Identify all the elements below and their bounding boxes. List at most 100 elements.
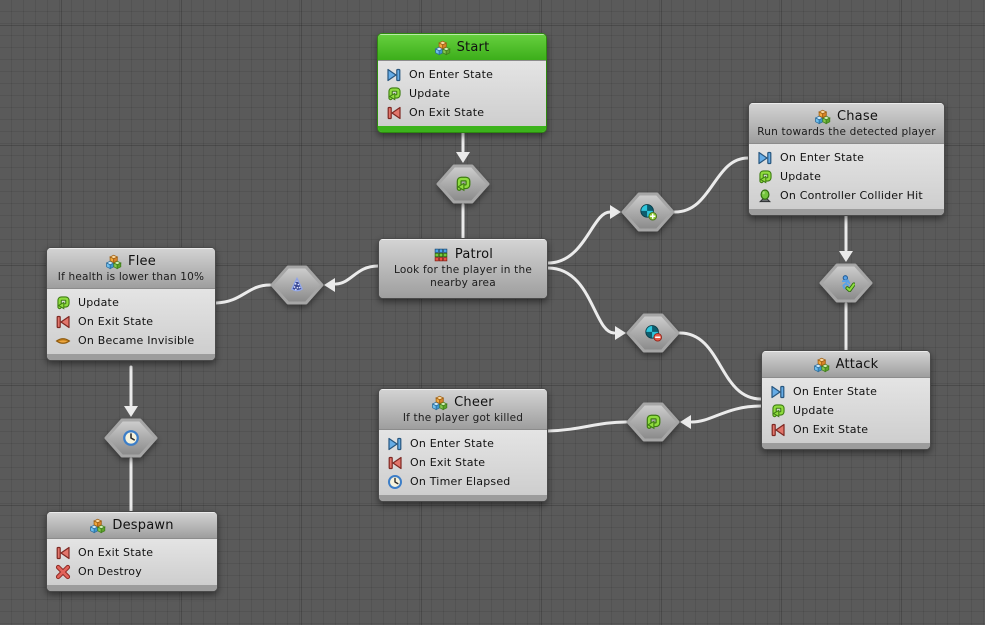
- event-label: On Became Invisible: [78, 334, 194, 347]
- event-row: On Exit State: [387, 453, 539, 472]
- state-icon: [815, 109, 831, 125]
- exit-state-icon: [55, 314, 71, 330]
- event-row: On Exit State: [55, 543, 209, 562]
- edge-patrol-t2: [548, 205, 621, 263]
- exit-state-icon: [770, 422, 786, 438]
- transition-t6-update[interactable]: [625, 400, 681, 444]
- state-icon: [106, 254, 122, 270]
- node-title-row: Despawn: [53, 517, 211, 534]
- enter-state-icon: [386, 67, 402, 83]
- transition-icon-wrap: [625, 400, 681, 444]
- node-body: On Enter State Update On Exit State: [378, 60, 546, 126]
- event-row: Update: [386, 84, 538, 103]
- update-icon: [454, 175, 472, 193]
- state-icon: [90, 518, 106, 534]
- state-graph-canvas[interactable]: StartOn Enter StateUpdateOn Exit StateCh…: [0, 0, 985, 625]
- node-subtitle: If the player got killed: [385, 412, 541, 425]
- node-subtitle: Run towards the detected player: [755, 126, 938, 139]
- state-node-start[interactable]: Start On Enter State Update On Exit State: [377, 33, 547, 133]
- event-row: On Exit State: [55, 312, 207, 331]
- node-body: On Enter State Update On Exit State: [762, 377, 930, 443]
- state-node-attack[interactable]: Attack On Enter State Update On Exit State: [761, 350, 931, 450]
- event-row: On Enter State: [757, 148, 936, 167]
- node-title-row: Flee: [53, 253, 209, 270]
- event-label: On Destroy: [78, 565, 142, 578]
- transition-t1-update[interactable]: [435, 162, 491, 206]
- node-footer: [379, 495, 547, 501]
- state-node-despawn[interactable]: Despawn On Exit State On Destroy: [46, 511, 218, 592]
- node-header: CheerIf the player got killed: [379, 389, 547, 429]
- timer-icon: [387, 474, 403, 490]
- edge-patrol-t4: [548, 268, 626, 340]
- event-label: On Exit State: [78, 546, 153, 559]
- enter-state-icon: [757, 150, 773, 166]
- node-title-row: Chase: [755, 108, 938, 125]
- event-row: On Exit State: [386, 103, 538, 122]
- exit-state-icon: [55, 545, 71, 561]
- became-invisible-icon: [55, 333, 71, 349]
- transition-icon-wrap: [620, 190, 676, 234]
- node-header: PatrolLook for the player in the nearby …: [379, 239, 547, 298]
- node-subtitle: Look for the player in the nearby area: [385, 264, 541, 290]
- edge-t6-cheer: [548, 422, 626, 431]
- edge-t4-attack: [680, 333, 761, 399]
- node-title: Start: [457, 39, 490, 56]
- state-node-patrol[interactable]: PatrolLook for the player in the nearby …: [378, 238, 548, 299]
- transition-icon-wrap: [269, 263, 325, 307]
- particle-icon: [288, 276, 306, 294]
- event-label: On Enter State: [793, 385, 877, 398]
- node-title: Cheer: [454, 394, 494, 411]
- event-row: On Destroy: [55, 562, 209, 581]
- state-icon: [432, 395, 448, 411]
- event-row: Update: [757, 167, 936, 186]
- controller-collider-hit-icon: [757, 188, 773, 204]
- transition-t5-character-check[interactable]: [818, 261, 874, 305]
- edge-chase-t5: [839, 214, 853, 262]
- node-title: Flee: [128, 253, 156, 270]
- node-footer: [762, 443, 930, 449]
- event-label: On Exit State: [793, 423, 868, 436]
- trigger-exit-icon: [644, 324, 662, 342]
- transition-icon-wrap: [625, 311, 681, 355]
- node-title-row: Start: [384, 39, 540, 56]
- edge-flee-t7: [124, 367, 138, 417]
- transition-t2-trigger-enter[interactable]: [620, 190, 676, 234]
- state-machine-icon: [433, 247, 449, 263]
- event-label: Update: [78, 296, 119, 309]
- event-label: On Exit State: [409, 106, 484, 119]
- state-node-chase[interactable]: ChaseRun towards the detected player On E…: [748, 102, 945, 216]
- node-body: On Enter State Update On Controller Collid…: [749, 143, 944, 209]
- node-header: Attack: [762, 351, 930, 377]
- state-node-flee[interactable]: FleeIf health is lower than 10% Update On …: [46, 247, 216, 361]
- edge-t2-chase: [675, 158, 748, 212]
- event-row: On Enter State: [386, 65, 538, 84]
- event-row: On Became Invisible: [55, 331, 207, 350]
- update-icon: [770, 403, 786, 419]
- trigger-enter-icon: [639, 203, 657, 221]
- event-row: On Enter State: [770, 382, 922, 401]
- transition-t7-timer[interactable]: [103, 416, 159, 460]
- transition-t4-trigger-exit[interactable]: [625, 311, 681, 355]
- transition-icon-wrap: [103, 416, 159, 460]
- state-node-cheer[interactable]: CheerIf the player got killedOn Enter St…: [378, 388, 548, 502]
- transition-t3-particle[interactable]: [269, 263, 325, 307]
- node-footer: [378, 126, 546, 132]
- node-title: Attack: [836, 356, 879, 373]
- event-row: Update: [55, 293, 207, 312]
- transition-icon-wrap: [818, 261, 874, 305]
- update-icon: [644, 413, 662, 431]
- event-label: Update: [409, 87, 450, 100]
- node-body: Update On Exit State On Became Invisible: [47, 288, 215, 354]
- node-title: Patrol: [455, 246, 493, 263]
- event-label: On Controller Collider Hit: [780, 189, 923, 202]
- node-subtitle: If health is lower than 10%: [53, 271, 209, 284]
- node-title: Chase: [837, 108, 878, 125]
- event-label: Update: [793, 404, 834, 417]
- node-footer: [749, 209, 944, 215]
- update-icon: [55, 295, 71, 311]
- event-row: On Timer Elapsed: [387, 472, 539, 491]
- event-label: Update: [780, 170, 821, 183]
- node-footer: [47, 585, 217, 591]
- event-row: Update: [770, 401, 922, 420]
- character-check-icon: [837, 274, 855, 292]
